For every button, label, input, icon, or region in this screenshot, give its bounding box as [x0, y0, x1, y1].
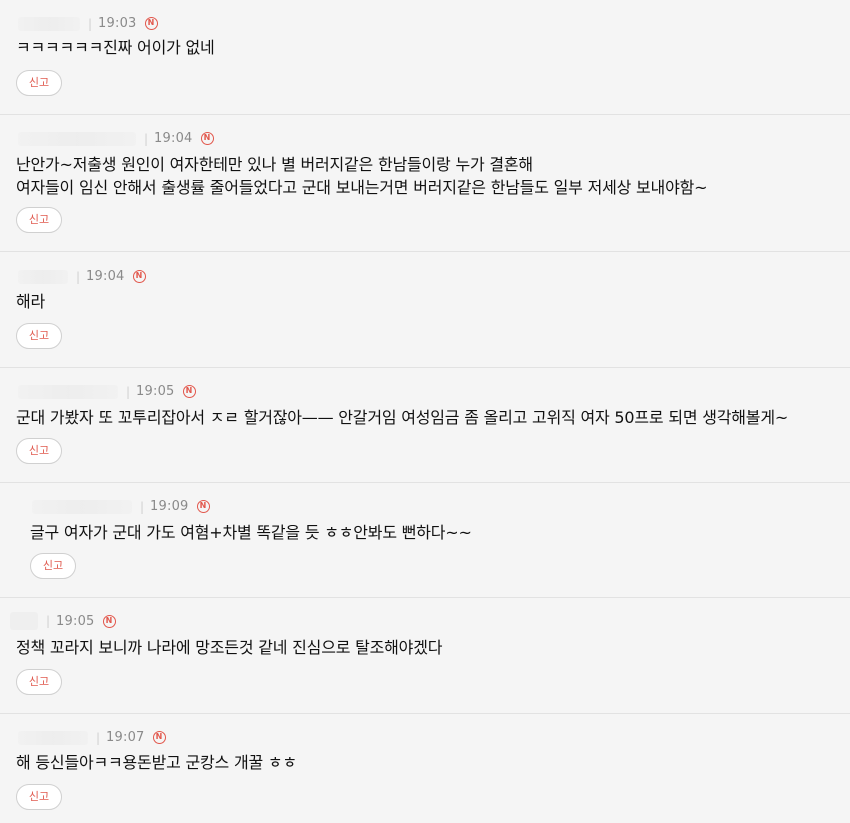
- meta-divider: |: [126, 384, 131, 399]
- comment-text: 난안가~저출생 원인이 여자한테만 있나 별 버러지같은 한남들이랑 누가 결혼…: [16, 153, 708, 199]
- comment-meta: | 19:05 N: [10, 612, 116, 630]
- meta-divider: |: [140, 499, 145, 514]
- comment-meta: | 19:04 N: [18, 131, 214, 146]
- author-name-blurred: [18, 730, 88, 745]
- comment-meta: | 19:05 N: [18, 384, 196, 399]
- comment-text: 정책 꼬라지 보니까 나라에 망조든것 같네 진심으로 탈조해야겠다: [16, 636, 442, 659]
- new-badge-icon: N: [102, 614, 116, 628]
- comment-line: 여자들이 임신 안해서 출생률 줄어들었다고 군대 보내는거면 버러지같은 한남…: [16, 178, 708, 197]
- comment-text: 해 등신들아ㅋㅋ용돈받고 군캉스 개꿀 ㅎㅎ: [16, 751, 297, 774]
- comment-item: | 19:05 N 군대 가봤자 또 꼬투리잡아서 ㅈㄹ 할거잖아—— 안갈거임…: [0, 368, 850, 483]
- comment-line: 군대 가봤자 또 꼬투리잡아서 ㅈㄹ 할거잖아—— 안갈거임 여성임금 좀 올리…: [16, 408, 789, 427]
- comment-line: 해라: [16, 292, 46, 311]
- comment-meta: | 19:03 N: [18, 16, 158, 31]
- author-name-blurred: [18, 16, 80, 31]
- comment-text: 군대 가봤자 또 꼬투리잡아서 ㅈㄹ 할거잖아—— 안갈거임 여성임금 좀 올리…: [16, 406, 788, 429]
- new-badge-icon: N: [132, 270, 146, 283]
- author-name-blurred: [18, 131, 136, 146]
- comment-item: | 19:09 N 글구 여자가 군대 가도 여혐+차별 똑같을 듯 ㅎㅎ안봐도…: [0, 483, 850, 598]
- meta-divider: |: [88, 16, 93, 31]
- comment-line: 해 등신들아ㅋㅋ용돈받고 군캉스 개꿀 ㅎㅎ: [16, 753, 297, 772]
- comment-time: 19:05: [56, 613, 95, 629]
- comment-time: 19:09: [150, 499, 189, 514]
- author-name-blurred: [18, 269, 68, 284]
- comment-line: 글구 여자가 군대 가도 여혐+차별 똑같을 듯 ㅎㅎ안봐도 뻔하다~~: [30, 523, 472, 542]
- report-button[interactable]: 신고: [16, 784, 62, 810]
- comment-text: 글구 여자가 군대 가도 여혐+차별 똑같을 듯 ㅎㅎ안봐도 뻔하다~~: [30, 521, 472, 544]
- report-button[interactable]: 신고: [16, 323, 62, 349]
- author-name-blurred: [32, 499, 132, 514]
- comment-time: 19:05: [136, 384, 175, 399]
- report-button[interactable]: 신고: [16, 669, 62, 695]
- report-button[interactable]: 신고: [16, 207, 62, 233]
- comment-text: ㅋㅋㅋㅋㅋㅋ진짜 어이가 없네: [16, 36, 215, 59]
- new-badge-icon: N: [144, 17, 158, 30]
- new-badge-icon: N: [182, 385, 196, 398]
- comment-text: 해라: [16, 290, 45, 313]
- report-button[interactable]: 신고: [16, 70, 62, 96]
- report-button[interactable]: 신고: [16, 438, 62, 464]
- report-button[interactable]: 신고: [30, 553, 76, 579]
- comment-meta: | 19:07 N: [18, 730, 166, 745]
- meta-divider: |: [96, 730, 101, 745]
- comment-time: 19:04: [154, 131, 193, 146]
- comment-meta: | 19:04 N: [18, 269, 146, 284]
- meta-divider: |: [46, 614, 51, 628]
- comment-time: 19:03: [98, 16, 137, 31]
- comment-item: | 19:04 N 난안가~저출생 원인이 여자한테만 있나 별 버러지같은 한…: [0, 115, 850, 252]
- author-name-blurred: [18, 384, 118, 399]
- new-badge-icon: N: [200, 132, 214, 145]
- meta-divider: |: [144, 131, 149, 146]
- comment-meta: | 19:09 N: [32, 499, 210, 514]
- comment-item: | 19:03 N ㅋㅋㅋㅋㅋㅋ진짜 어이가 없네 신고: [0, 0, 850, 115]
- comment-time: 19:04: [86, 269, 125, 284]
- new-badge-icon: N: [196, 500, 210, 513]
- author-name-blurred: [10, 612, 38, 630]
- comment-line: ㅋㅋㅋㅋㅋㅋ진짜 어이가 없네: [16, 38, 215, 57]
- comment-line: 정책 꼬라지 보니까 나라에 망조든것 같네 진심으로 탈조해야겠다: [16, 638, 443, 657]
- comment-item: | 19:05 N 정책 꼬라지 보니까 나라에 망조든것 같네 진심으로 탈조…: [0, 598, 850, 714]
- comment-item: | 19:04 N 해라 신고: [0, 252, 850, 368]
- comment-time: 19:07: [106, 730, 145, 745]
- meta-divider: |: [76, 269, 81, 284]
- new-badge-icon: N: [152, 731, 166, 744]
- comment-line: 난안가~저출생 원인이 여자한테만 있나 별 버러지같은 한남들이랑 누가 결혼…: [16, 155, 533, 174]
- comment-item: | 19:07 N 해 등신들아ㅋㅋ용돈받고 군캉스 개꿀 ㅎㅎ 신고: [0, 714, 850, 823]
